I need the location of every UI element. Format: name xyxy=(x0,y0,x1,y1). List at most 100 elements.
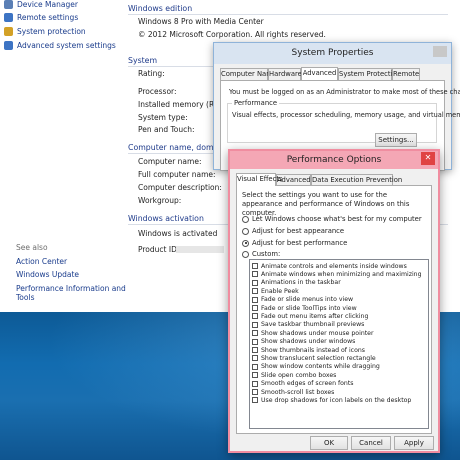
checkbox-label: Show thumbnails instead of icons xyxy=(261,346,365,354)
radio-best-performance[interactable]: Adjust for best performance xyxy=(242,238,347,248)
link-performance-information[interactable]: Performance Information and xyxy=(16,284,126,293)
checkbox-label: Animate windows when minimizing and maxi… xyxy=(261,270,422,278)
checkbox-item[interactable]: Fade or slide ToolTips into view xyxy=(252,304,357,312)
checkbox-label: Show shadows under mouse pointer xyxy=(261,329,374,337)
checkbox-label: Animations in the taskbar xyxy=(261,279,341,287)
radio-custom[interactable]: Custom: xyxy=(242,249,280,259)
checkbox[interactable] xyxy=(252,296,258,303)
dialog-title: Performance Options xyxy=(230,151,438,169)
checkbox-label: Slide open combo boxes xyxy=(261,371,337,379)
radio-let-windows-choose[interactable]: Let Windows choose what's best for my co… xyxy=(242,214,422,224)
checkbox-item[interactable]: Show shadows under windows xyxy=(252,338,355,346)
workgroup-label: Workgroup: xyxy=(138,196,182,205)
sidebar-item-label: Remote settings xyxy=(17,12,79,22)
copyright-text: © 2012 Microsoft Corporation. All rights… xyxy=(138,30,326,39)
checkbox[interactable] xyxy=(252,389,258,395)
checkbox-item[interactable]: Show shadows under mouse pointer xyxy=(252,329,374,337)
dialog-title: System Properties xyxy=(214,43,451,64)
checkbox-item[interactable]: Show window contents while dragging xyxy=(252,363,380,371)
checkbox[interactable] xyxy=(252,321,258,328)
checkbox-item[interactable]: Show translucent selection rectangle xyxy=(252,354,376,362)
checkbox-label: Enable Peek xyxy=(261,287,299,295)
settings-button[interactable]: Settings... xyxy=(375,133,417,147)
checkbox[interactable] xyxy=(252,397,258,404)
checkbox-item[interactable]: Smooth-scroll list boxes xyxy=(252,388,334,396)
sidebar-item-label: System protection xyxy=(17,26,86,36)
close-button[interactable] xyxy=(433,46,447,57)
system-type-label: System type: xyxy=(138,113,188,122)
radio-circle xyxy=(242,215,249,223)
checkbox-label: Save taskbar thumbnail previews xyxy=(261,321,365,329)
rating-label: Rating: xyxy=(138,69,165,78)
computer-description-label: Computer description: xyxy=(138,183,222,192)
close-button[interactable]: ✕ xyxy=(421,152,435,165)
divider xyxy=(128,14,448,15)
sidebar-item-device-manager[interactable]: Device Manager xyxy=(4,0,78,10)
full-computer-name-label: Full computer name: xyxy=(138,170,216,179)
radio-label: Adjust for best performance xyxy=(252,239,348,247)
checkbox-label: Fade or slide ToolTips into view xyxy=(261,304,357,312)
computer-name-label: Computer name: xyxy=(138,157,202,166)
device-manager-icon xyxy=(4,0,13,9)
checkbox-item[interactable]: Smooth edges of screen fonts xyxy=(252,380,354,388)
checkbox-label: Smooth edges of screen fonts xyxy=(261,380,354,388)
radio-circle xyxy=(242,239,249,247)
checkbox[interactable] xyxy=(252,313,258,320)
checkbox-label: Show translucent selection rectangle xyxy=(261,354,376,362)
section-windows-edition: Windows edition xyxy=(128,4,448,15)
checkbox-item[interactable]: Enable Peek xyxy=(252,287,299,295)
checkbox[interactable] xyxy=(252,288,258,295)
checkbox-label: Smooth-scroll list boxes xyxy=(261,388,335,396)
tab-computer-name[interactable]: Computer Name xyxy=(220,68,277,80)
tab-remote[interactable]: Remote xyxy=(392,68,420,80)
checkbox-item[interactable]: Save taskbar thumbnail previews xyxy=(252,321,364,329)
section-activation: Windows activation xyxy=(128,214,448,225)
sidebar-item-system-protection[interactable]: System protection xyxy=(4,25,86,37)
shield-icon xyxy=(4,12,13,22)
checkbox-item[interactable]: Fade or slide menus into view xyxy=(252,296,353,304)
tab-visual-effects[interactable]: Visual Effects xyxy=(236,173,283,186)
checkbox[interactable] xyxy=(252,263,258,269)
link-performance-tools[interactable]: Tools xyxy=(16,293,34,302)
tab-hardware[interactable]: Hardware xyxy=(268,68,302,80)
apply-button[interactable]: Apply xyxy=(394,436,434,450)
checkbox[interactable] xyxy=(252,271,258,278)
section-title: Windows edition xyxy=(128,4,193,13)
tab-advanced[interactable]: Advanced xyxy=(301,67,338,80)
link-action-center[interactable]: Action Center xyxy=(16,257,67,266)
checkbox[interactable] xyxy=(252,305,258,311)
sidebar-item-remote-settings[interactable]: Remote settings xyxy=(4,11,78,23)
checkbox[interactable] xyxy=(252,355,258,362)
visual-effects-panel: Select the settings you want to use for … xyxy=(236,185,432,434)
visual-effects-list: Animate controls and elements inside win… xyxy=(249,259,429,429)
checkbox[interactable] xyxy=(252,347,258,353)
admin-note: You must be logged on as an Administrato… xyxy=(229,88,460,96)
checkbox[interactable] xyxy=(252,372,258,379)
checkbox-item[interactable]: Slide open combo boxes xyxy=(252,371,336,379)
tab-system-protection[interactable]: System Protection xyxy=(338,68,401,80)
checkbox-label: Use drop shadows for icon labels on the … xyxy=(261,396,412,404)
checkbox-item[interactable]: Animations in the taskbar xyxy=(252,279,341,287)
activation-status: Windows is activated xyxy=(138,229,218,238)
sidebar: Device Manager Remote settings System pr… xyxy=(0,0,126,312)
checkbox[interactable] xyxy=(252,338,258,345)
checkbox[interactable] xyxy=(252,363,258,370)
edition-value: Windows 8 Pro with Media Center xyxy=(138,17,264,26)
checkbox-item[interactable]: Animate windows when minimizing and maxi… xyxy=(252,270,422,278)
checkbox-item[interactable]: Show thumbnails instead of icons xyxy=(252,346,365,354)
checkbox-item[interactable]: Animate controls and elements inside win… xyxy=(252,262,407,270)
sidebar-item-label: Device Manager xyxy=(17,0,78,9)
checkbox-item[interactable]: Fade out menu items after clicking xyxy=(252,312,368,320)
cancel-button[interactable]: Cancel xyxy=(351,436,391,450)
section-title: Windows activation xyxy=(128,214,204,223)
ok-button[interactable]: OK xyxy=(310,436,348,450)
checkbox[interactable] xyxy=(252,279,258,286)
checkbox[interactable] xyxy=(252,380,258,387)
checkbox[interactable] xyxy=(252,330,258,337)
checkbox-item[interactable]: Use drop shadows for icon labels on the … xyxy=(252,396,411,404)
link-windows-update[interactable]: Windows Update xyxy=(16,270,79,279)
checkbox-label: Fade or slide menus into view xyxy=(261,296,354,304)
sidebar-item-advanced-settings[interactable]: Advanced system settings xyxy=(4,39,116,51)
radio-best-appearance[interactable]: Adjust for best appearance xyxy=(242,226,344,236)
group-title: Performance xyxy=(232,99,280,107)
